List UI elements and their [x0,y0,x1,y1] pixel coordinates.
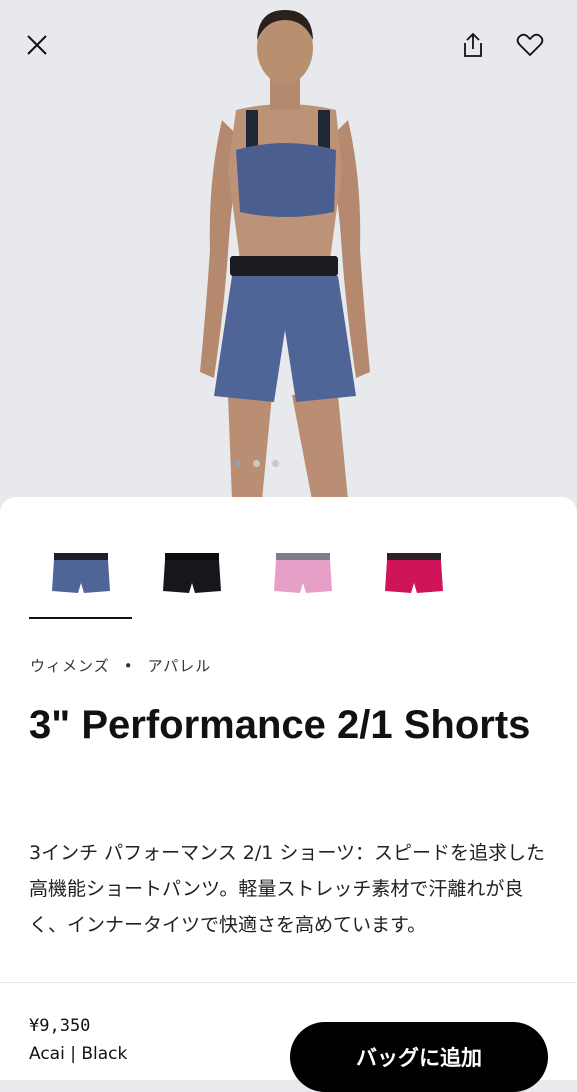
product-detail-sheet: ウィメンズ • アパレル 3" Performance 2/1 Shorts 3イン… [0,497,577,1092]
swatch-thumbnail [51,553,110,593]
breadcrumb-separator: • [123,657,134,675]
heart-icon [516,33,544,57]
carousel-dots [234,460,279,467]
swatch-magenta[interactable] [362,543,465,619]
favorite-button[interactable] [513,28,547,62]
carousel-dot[interactable] [234,460,241,467]
swatch-thumbnail [162,553,221,593]
share-icon [464,32,482,57]
product-price: ¥9,350 [29,1016,91,1036]
breadcrumb-subcategory[interactable]: アパレル [148,657,212,675]
breadcrumb-category[interactable]: ウィメンズ [30,657,110,675]
swatch-thumbnail [384,553,443,593]
close-icon [27,35,47,55]
close-button[interactable] [20,28,54,62]
add-to-bag-button[interactable]: バッグに追加 [290,1022,548,1092]
swatch-pink[interactable] [251,543,354,619]
swatch-thumbnail [273,553,332,593]
carousel-dot[interactable] [253,460,260,467]
product-hero-image[interactable] [0,0,577,520]
swatch-acai-black[interactable] [29,543,132,619]
swatch-black[interactable] [140,543,243,619]
model-illustration [0,0,577,520]
product-description: 3インチ パフォーマンス 2/1 ショーツ：スピードを追求した高機能ショートパン… [29,842,546,936]
share-button[interactable] [456,28,490,62]
product-title: 3" Performance 2/1 Shorts [29,703,531,747]
carousel-dot[interactable] [272,460,279,467]
divider [0,982,577,983]
breadcrumb: ウィメンズ • アパレル [30,655,211,676]
selected-color-name: Acai | Black [29,1044,128,1064]
color-swatches [29,543,465,619]
